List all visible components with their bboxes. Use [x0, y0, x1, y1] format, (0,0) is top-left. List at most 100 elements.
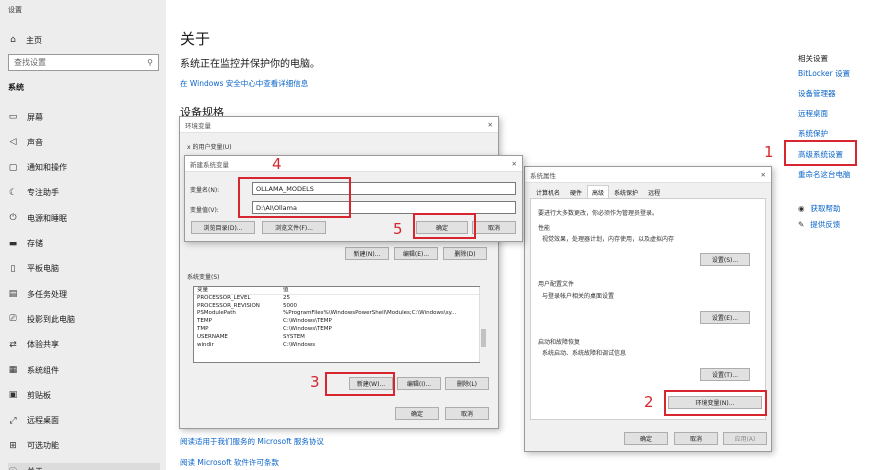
var-value-cell: SYSTEM [283, 333, 305, 340]
sidebar-item-5[interactable]: ▬ 存储 [8, 236, 160, 252]
sidebar-item-label: 多任务处理 [27, 289, 67, 299]
table-row[interactable]: TMP C:\Windows\TEMP [194, 326, 479, 334]
profile-desc: 与登录帐户相关的桌面设置 [542, 293, 615, 300]
moon-icon: ☾ [8, 187, 18, 198]
sidebar-item-label: 屏幕 [27, 112, 43, 122]
table-row[interactable]: PROCESSOR_REVISION 5000 [194, 303, 479, 311]
search-icon: ⚲ [147, 58, 153, 67]
security-center-link[interactable]: 在 Windows 安全中心中查看详细信息 [180, 78, 308, 89]
system-edit-button[interactable]: 编辑(I)... [397, 377, 441, 390]
sidebar-item-0[interactable]: ▭ 屏幕 [8, 109, 160, 125]
table-scrollbar[interactable] [479, 287, 487, 362]
annotation-number-1: 1 [764, 143, 774, 161]
system-delete-button[interactable]: 删除(L) [445, 377, 489, 390]
var-name-cell: USERNAME [197, 333, 228, 340]
ms-license-link[interactable]: 阅读 Microsoft 软件许可条款 [180, 457, 279, 468]
power-icon: ⏻ [9, 213, 17, 224]
annotation-number-4: 4 [272, 155, 282, 173]
var-name-cell: PSModulePath [197, 310, 236, 317]
feedback-link[interactable]: ✎ 提供反馈 [798, 219, 840, 230]
sidebar-home[interactable]: ⌂ 主页 [8, 32, 158, 48]
close-icon[interactable]: ✕ [512, 160, 517, 168]
monitor-icon: ▭ [8, 112, 18, 122]
feedback-icon: ✎ [798, 220, 805, 229]
speaker-icon: ◁ [9, 137, 17, 148]
user-edit-button[interactable]: 编辑(E)... [394, 247, 438, 260]
sidebar-item-1[interactable]: ◁ 声音 [8, 134, 160, 150]
table-row[interactable]: TEMP C:\Windows\TEMP [194, 318, 479, 326]
sidebar-item-label: 声音 [27, 137, 43, 147]
env-cancel-button[interactable]: 取消 [445, 407, 489, 420]
remote-desktop-link[interactable]: 远程桌面 [798, 108, 828, 119]
rename-pc-link[interactable]: 重命名这台电脑 [798, 169, 851, 180]
var-value-cell: C:\Windows\TEMP [283, 318, 332, 325]
sidebar-item-label: 电源和睡眠 [27, 213, 67, 223]
page-title: 关于 [180, 30, 211, 48]
col-value: 值 [283, 287, 289, 293]
startup-settings-button[interactable]: 设置(T)... [700, 368, 750, 381]
sidebar-item-4[interactable]: ⏻ 电源和睡眠 [8, 210, 160, 226]
browse-directory-button[interactable]: 浏览目录(D)... [191, 221, 255, 234]
close-icon[interactable]: ✕ [761, 171, 766, 179]
ms-agreement-link[interactable]: 阅读适用于我们服务的 Microsoft 服务协议 [180, 436, 324, 447]
close-icon[interactable]: ✕ [488, 121, 493, 129]
sidebar-item-9[interactable]: ⇄ 体验共享 [8, 337, 160, 353]
startup-desc: 系统启动、系统故障和调试信息 [542, 350, 627, 357]
sidebar-item-label: 可选功能 [27, 441, 59, 451]
feedback-label: 提供反馈 [810, 220, 841, 229]
new-var-dialog-title: 新建系统变量 [190, 160, 229, 169]
bitlocker-link[interactable]: BitLocker 设置 [798, 68, 850, 79]
sidebar-home-label: 主页 [26, 35, 42, 45]
search-placeholder: 查找设置 [14, 58, 46, 67]
sidebar-item-11[interactable]: ▣ 剪贴板 [8, 387, 160, 403]
col-variable: 变量 [197, 287, 209, 293]
table-row[interactable]: PROCESSOR_LEVEL 25 [194, 295, 479, 303]
settings-sidebar: 设置 ⌂ 主页 查找设置 ⚲ 系统 ▭ 屏幕 ◁ 声音 ▢ 通知和操作 ☾ 专注助手 ⏻ 电源和睡… [0, 0, 166, 470]
get-help-link[interactable]: ◉ 获取帮助 [798, 203, 841, 214]
env-dialog-title: 环境变量 [185, 121, 211, 130]
sidebar-item-label: 系统组件 [27, 365, 59, 375]
remote-icon: ⤢ [9, 415, 17, 426]
project-icon: ⎚ [9, 314, 17, 325]
env-ok-button[interactable]: 确定 [395, 407, 439, 420]
system-protection-link[interactable]: 系统保护 [798, 128, 828, 139]
sidebar-item-6[interactable]: ▯ 平板电脑 [8, 261, 160, 277]
sidebar-item-7[interactable]: ▤ 多任务处理 [8, 286, 160, 302]
var-name-label: 变量名(N): [190, 187, 220, 194]
sidebar-item-2[interactable]: ▢ 通知和操作 [8, 160, 160, 176]
sidebar-item-label: 投影到此电脑 [27, 314, 75, 324]
component-icon: ▦ [8, 365, 18, 375]
user-delete-button[interactable]: 删除(D) [443, 247, 487, 260]
sidebar-item-13[interactable]: ⊞ 可选功能 [8, 438, 160, 454]
table-row[interactable]: PSModulePath %ProgramFiles%\WindowsPowerS… [194, 310, 479, 318]
var-value-cell: C:\Windows [283, 341, 316, 348]
browse-file-button[interactable]: 浏览文件(F)... [262, 221, 326, 234]
advanced-tab-panel [530, 198, 766, 420]
sidebar-item-12[interactable]: ⤢ 远程桌面 [8, 413, 160, 429]
search-input[interactable]: 查找设置 ⚲ [8, 54, 159, 71]
sysprops-ok-button[interactable]: 确定 [624, 432, 668, 445]
sidebar-item-14[interactable]: ⓘ 关于 [8, 463, 160, 470]
help-icon: ◉ [798, 204, 805, 213]
sidebar-item-3[interactable]: ☾ 专注助手 [8, 185, 160, 201]
annotation-number-2: 2 [644, 393, 654, 411]
sysprops-cancel-button[interactable]: 取消 [674, 432, 718, 445]
performance-settings-button[interactable]: 设置(S)... [700, 253, 750, 266]
sidebar-section-title: 系统 [8, 83, 24, 92]
user-new-button[interactable]: 新建(N)... [345, 247, 389, 260]
profile-settings-button[interactable]: 设置(E)... [700, 311, 750, 324]
sidebar-item-8[interactable]: ⎚ 投影到此电脑 [8, 311, 160, 327]
new-var-cancel-button[interactable]: 取消 [472, 221, 516, 234]
sidebar-item-label: 体验共享 [27, 340, 59, 350]
table-row[interactable]: USERNAME SYSTEM [194, 334, 479, 342]
table-row[interactable]: windir C:\Windows [194, 342, 479, 350]
sidebar-item-label: 存储 [27, 239, 43, 248]
device-manager-link[interactable]: 设备管理器 [798, 88, 836, 99]
system-vars-table[interactable]: 变量 值 PROCESSOR_LEVEL 25 PROCESSOR_REVISION… [193, 286, 480, 363]
sidebar-item-10[interactable]: ▦ 系统组件 [8, 362, 160, 378]
sysprops-apply-button[interactable]: 应用(A) [723, 432, 767, 445]
share-icon: ⇄ [9, 339, 17, 350]
performance-desc: 视觉效果，处理器计划，内存使用，以及虚拟内存 [542, 236, 675, 243]
startup-group-title: 启动和故障恢复 [538, 339, 581, 346]
sidebar-item-label: 专注助手 [27, 188, 59, 198]
